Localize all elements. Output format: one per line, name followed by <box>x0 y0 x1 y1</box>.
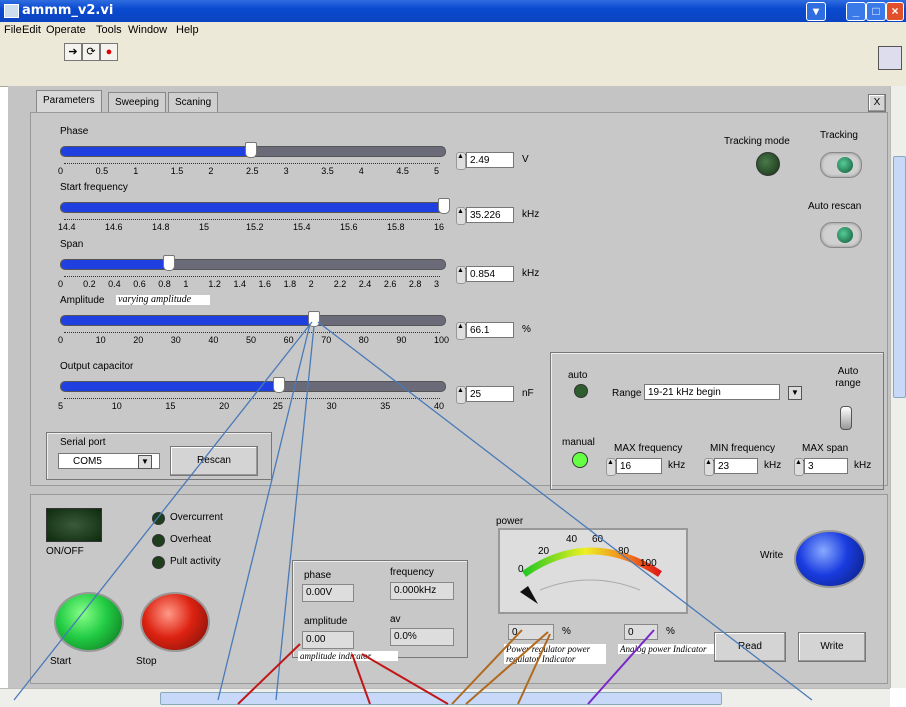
blue-arrow <box>317 321 813 701</box>
red-arrow <box>237 643 301 705</box>
red-arrow <box>361 653 449 705</box>
red-arrow <box>351 653 371 705</box>
blue-arrow <box>275 325 315 701</box>
brown-arrow <box>465 631 549 705</box>
brown-arrow <box>451 629 523 705</box>
annotation-arrows <box>13 321 813 705</box>
purple-arrow <box>587 629 655 705</box>
blue-arrow <box>217 323 311 701</box>
blue-arrow <box>13 321 313 701</box>
